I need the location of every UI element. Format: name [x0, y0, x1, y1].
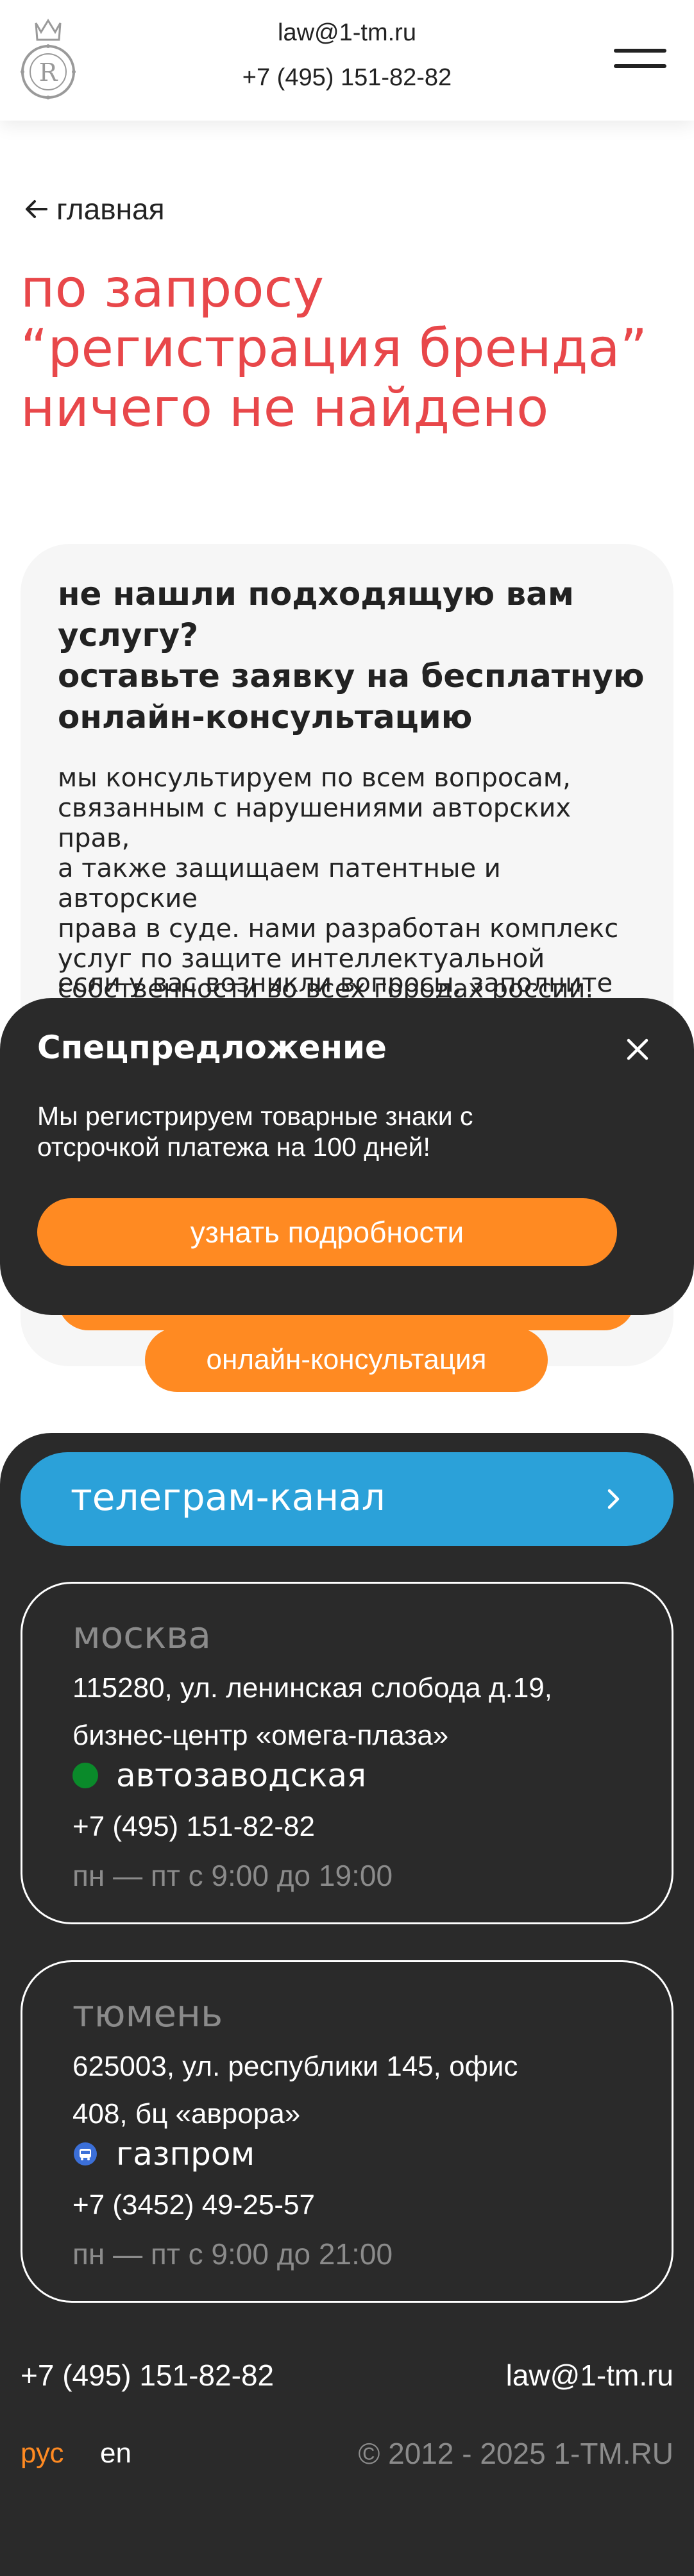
back-link-label: главная: [56, 192, 165, 226]
text-line: мы консультируем по всем вопросам,: [58, 763, 571, 793]
address-line: 408, бц «аврора»: [72, 2098, 301, 2130]
close-icon[interactable]: [621, 1033, 654, 1066]
page-title: по запросу “регистрация бренда” ничего н…: [21, 259, 668, 438]
office-phone-link[interactable]: +7 (3452) 49-25-57: [72, 2189, 315, 2221]
popup-text: Мы регистрируем товарные знаки с отсрочк…: [37, 1101, 614, 1162]
learn-more-button[interactable]: узнать подробности: [37, 1198, 617, 1266]
heading-line: оставьте заявку на бесплатную: [58, 657, 645, 695]
footer-email-link[interactable]: law@1-tm.ru: [506, 2358, 673, 2393]
telegram-channel-button[interactable]: телеграм-канал: [21, 1452, 673, 1546]
special-offer-popup: Спецпредложение Мы регистрируем товарные…: [0, 998, 694, 1315]
popup-title: Спецпредложение: [37, 1029, 387, 1066]
address-line: 115280, ул. ленинская слобода д.19,: [72, 1672, 552, 1704]
metro-green-dot-icon: [72, 1763, 98, 1788]
copyright-text: © 2012 - 2025 1-TM.RU: [358, 2437, 673, 2470]
telegram-label: телеграм-канал: [71, 1475, 385, 1519]
office-city: тюмень: [72, 1992, 223, 2035]
heading-line: не нашли подходящую вам: [58, 575, 574, 613]
office-hours: пн — пт с 9:00 до 21:00: [72, 2237, 393, 2271]
title-line: по запросу: [21, 258, 325, 319]
arrow-left-icon: [26, 200, 47, 218]
site-footer: телеграм-канал москва 115280, ул. ленинс…: [0, 1433, 694, 2576]
address-line: 625003, ул. республики 145, офис: [72, 2051, 518, 2082]
office-metro: газпром: [72, 2135, 255, 2173]
office-address: 115280, ул. ленинская слобода д.19, бизн…: [72, 1665, 637, 1759]
office-address: 625003, ул. республики 145, офис 408, бц…: [72, 2043, 637, 2138]
text-line: а также защищаем патентные и авторские: [58, 854, 501, 913]
consultation-description-continued: если у вас возникли вопросы, заполните: [58, 969, 613, 998]
hamburger-menu-icon[interactable]: [614, 46, 666, 73]
text-line: связанным с нарушениями авторских прав,: [58, 793, 571, 853]
text-line: права в суде. нами разработан комплекс: [58, 914, 619, 944]
office-card-moscow: москва 115280, ул. ленинская слобода д.1…: [21, 1582, 673, 1924]
heading-line: онлайн-консультацию: [58, 699, 473, 736]
popup-text-line: Мы регистрируем товарные знаки с: [37, 1101, 473, 1131]
metro-station-name: газпром: [116, 2135, 255, 2173]
office-card-tyumen: тюмень 625003, ул. республики 145, офис …: [21, 1960, 673, 2303]
chevron-right-icon: [607, 1489, 620, 1509]
title-line: “регистрация бренда”: [21, 318, 648, 379]
office-metro: автозаводская: [72, 1757, 366, 1794]
header-phone-link[interactable]: +7 (495) 151-82-82: [0, 64, 694, 92]
header-email-link[interactable]: law@1-tm.ru: [0, 19, 694, 47]
office-hours: пн — пт с 9:00 до 19:00: [72, 1859, 393, 1892]
online-consultation-button[interactable]: онлайн-консультация: [145, 1328, 548, 1392]
metro-station-name: автозаводская: [116, 1757, 367, 1794]
language-ru-link[interactable]: рус: [21, 2437, 63, 2470]
heading-line: услугу?: [58, 616, 199, 654]
bus-stop-icon: [74, 2142, 97, 2165]
office-phone-link[interactable]: +7 (495) 151-82-82: [72, 1811, 315, 1843]
office-city: москва: [72, 1613, 211, 1657]
site-header: R law@1-tm.ru +7 (495) 151-82-82: [0, 0, 694, 121]
consultation-heading: не нашли подходящую вам услугу? оставьте…: [58, 573, 648, 738]
address-line: бизнес-центр «омега-плаза»: [72, 1720, 449, 1751]
footer-phone-link[interactable]: +7 (495) 151-82-82: [21, 2358, 274, 2393]
popup-text-line: отсрочкой платежа на 100 дней!: [37, 1132, 430, 1162]
title-line: ничего не найдено: [21, 378, 549, 439]
language-en-link[interactable]: en: [100, 2437, 131, 2470]
back-to-home-link[interactable]: главная: [23, 191, 165, 227]
